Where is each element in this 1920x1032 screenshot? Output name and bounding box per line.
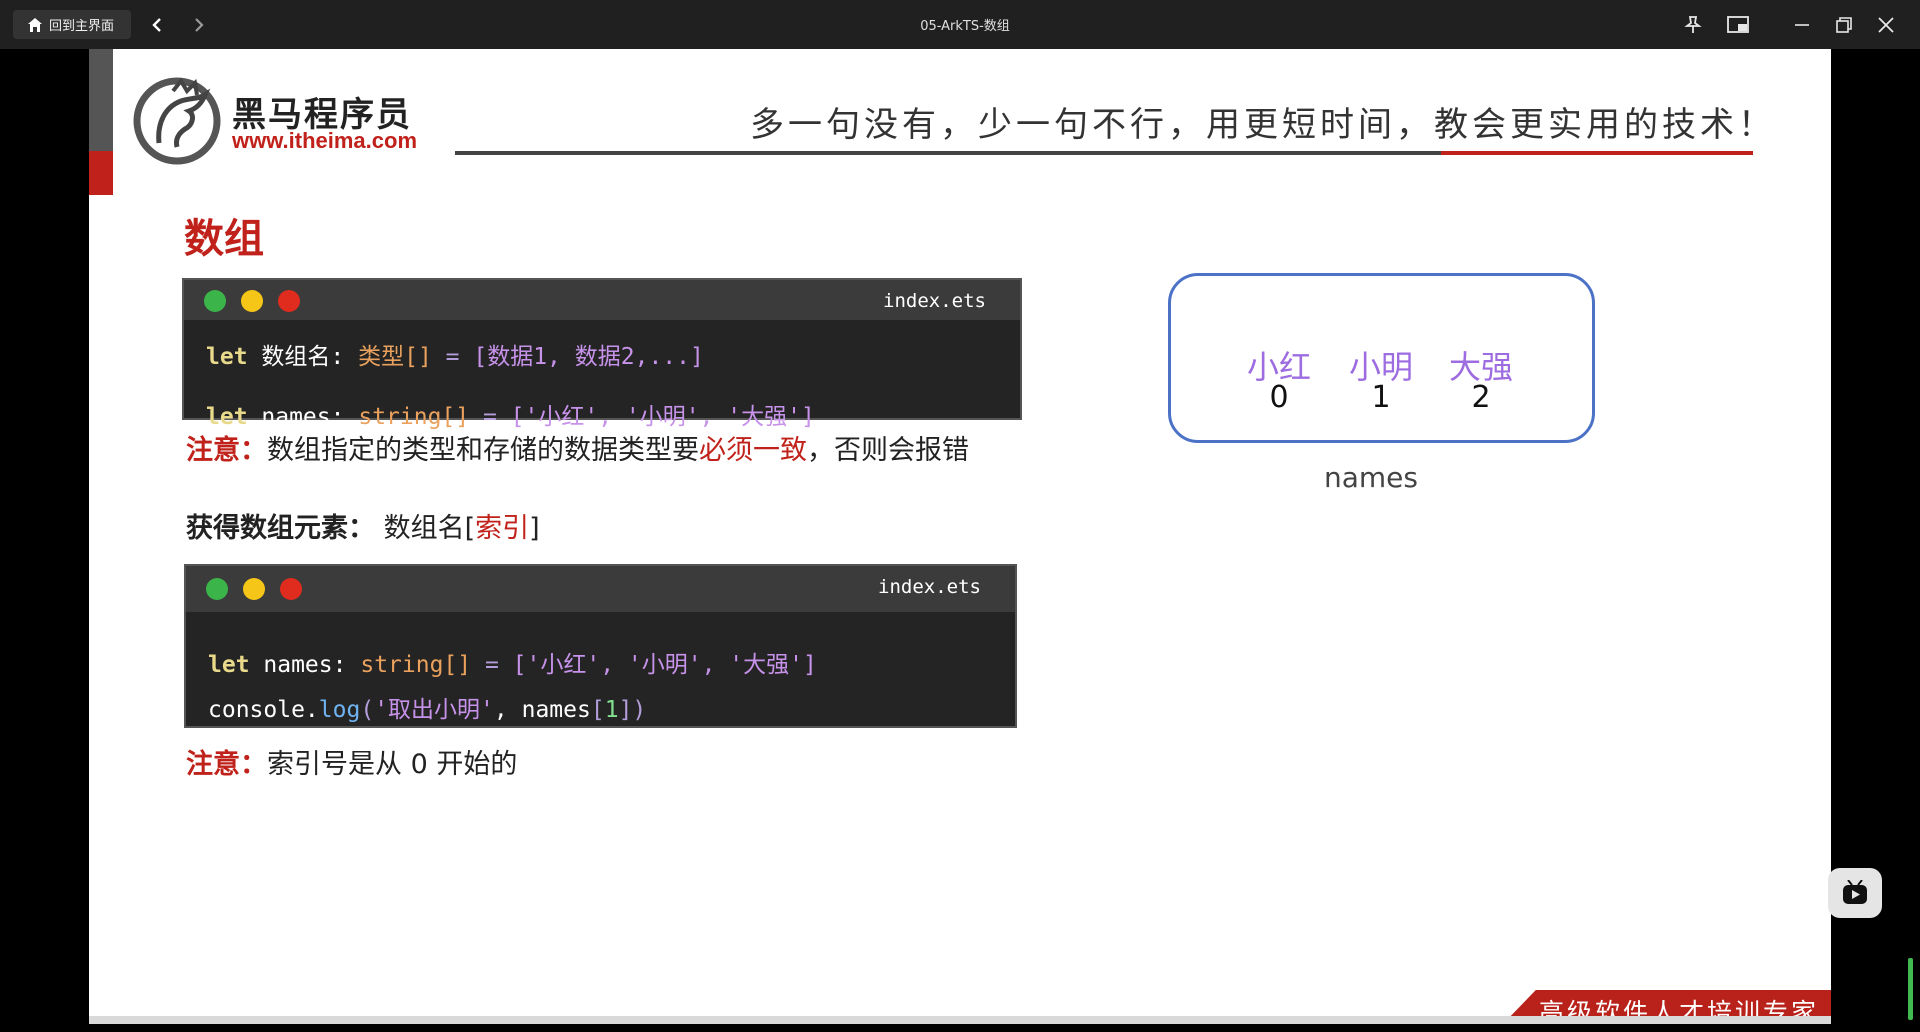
code-block-header: index.ets [184,280,1020,320]
picture-in-picture-button[interactable] [1726,13,1750,37]
array-index: 0 [1269,380,1289,415]
bilibili-tv-button[interactable] [1828,868,1882,918]
slide: 黑马程序员 www.itheima.com 多一句没有，少一句不行，用更短时间，… [89,49,1831,1024]
code-line: console.log('取出小明', names[1]) [208,697,647,723]
yellow-dot-icon [241,290,263,312]
window-title: 05-ArkTS-数组 [920,19,1010,34]
picture-in-picture-icon [1727,16,1749,33]
code-line: let names: string[] = ['小红', '小明', '大强'] [208,652,817,678]
code-filename: index.ets [878,576,981,598]
divider-line-accent [1441,151,1753,155]
note-index-zero: 注意：索引号是从 0 开始的 [186,749,518,780]
red-dot-icon [278,290,300,312]
slide-bottom-edge [89,1016,1831,1024]
restore-button[interactable] [1832,13,1856,37]
page-title: 数组 [184,216,264,262]
array-name-label: names [1324,461,1418,494]
code-line: let 数组名: 类型[] = [数据1, 数据2,...] [206,344,704,370]
green-dot-icon [206,578,228,600]
accent-bar-gray [89,49,113,151]
close-button[interactable] [1874,13,1898,37]
array-index: 1 [1371,380,1391,415]
minimize-button[interactable] [1790,13,1814,37]
code-line: let names: string[] = ['小红', '小明', '大强'] [206,404,815,430]
slogan: 多一句没有，少一句不行，用更短时间，教会更实用的技术！ [750,105,1776,145]
green-dot-icon [204,290,226,312]
close-icon [1878,17,1894,33]
code-block-header: index.ets [186,566,1015,612]
horse-logo-icon [133,77,221,165]
pin-icon [1684,16,1702,33]
code-filename: index.ets [883,290,986,312]
code-block-syntax: index.ets let 数组名: 类型[] = [数据1, 数据2,...]… [182,278,1022,430]
code-block-access: index.ets let names: string[] = ['小红', '… [184,564,1017,728]
tv-play-icon [1843,880,1867,904]
access-syntax: 获得数组元素： 数组名[索引] [186,513,540,544]
red-dot-icon [280,578,302,600]
minimize-icon [1795,24,1809,26]
pin-button[interactable] [1681,13,1705,37]
restore-icon [1836,17,1852,33]
window-titlebar: 回到主界面 05-ArkTS-数组 [0,0,1920,49]
yellow-dot-icon [243,578,265,600]
volume-level-bar[interactable] [1908,958,1913,1020]
accent-bar-red [89,151,113,195]
note-type-consistency: 注意：数组指定的类型和存储的数据类型要必须一致，否则会报错 [186,435,969,466]
logo-url: www.itheima.com [232,128,418,153]
array-index: 2 [1471,380,1491,415]
divider-line [455,151,1455,155]
